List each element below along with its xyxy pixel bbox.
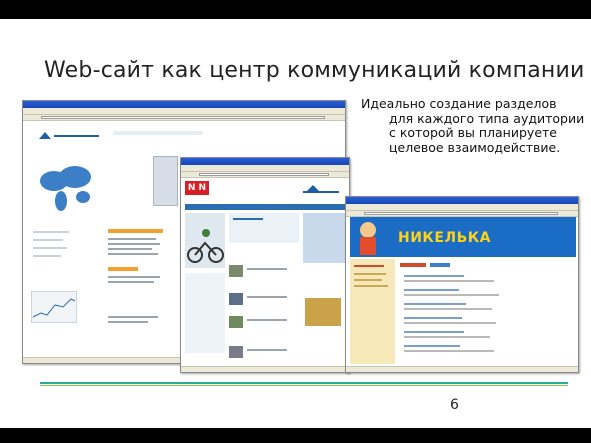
right-column — [303, 213, 345, 263]
bullet-line-4: целевое взаимодействие. — [389, 139, 561, 155]
screenshot-nikelka: НИКЕЛЬКА — [345, 196, 579, 373]
text-line — [108, 276, 160, 278]
sidebar-link — [354, 279, 382, 281]
window-titlebar — [346, 197, 578, 204]
banner-motocross — [185, 213, 225, 268]
browser-toolbar — [181, 165, 349, 172]
slide-title: Web-сайт как центр коммуникаций компании — [44, 58, 585, 83]
page-number: 6 — [450, 397, 459, 413]
list-item — [404, 322, 496, 324]
list-item — [404, 275, 464, 277]
motocross-icon — [187, 229, 224, 263]
content-tab — [400, 263, 426, 267]
browser-toolbar — [346, 204, 578, 211]
bullet-line-3: с которой вы планируете — [389, 125, 557, 140]
list-item — [404, 280, 494, 282]
top-nav — [113, 131, 203, 135]
text-line — [108, 243, 160, 245]
top-black-bar — [0, 0, 591, 19]
list-item — [404, 345, 460, 347]
list-item — [404, 289, 459, 291]
text-line — [247, 349, 287, 351]
list-item — [404, 350, 494, 352]
list-item — [404, 331, 464, 333]
divider-green — [40, 385, 568, 386]
nikelka-logo-text: НИКЕЛЬКА — [398, 230, 492, 246]
info-header — [108, 229, 163, 233]
sidebar-link — [33, 255, 61, 257]
mountain-logo-icon — [303, 185, 339, 193]
window-titlebar — [23, 101, 345, 108]
sidebar-header — [354, 265, 384, 267]
list-item — [404, 294, 499, 296]
sidebar-link — [354, 285, 388, 287]
status-bar — [181, 366, 349, 372]
news-photo — [229, 265, 243, 277]
world-map-icon — [40, 166, 91, 211]
prices-header — [108, 267, 138, 271]
window-titlebar — [181, 158, 349, 165]
bottom-black-bar — [0, 428, 591, 443]
list-item — [404, 317, 462, 319]
norilsk-logo-icon — [39, 132, 99, 139]
text-line — [108, 248, 152, 250]
list-item — [404, 336, 490, 338]
content-tab — [430, 263, 450, 267]
text-line — [108, 281, 154, 283]
news-photo — [229, 293, 243, 305]
left-column — [185, 273, 225, 353]
sidebar-link — [354, 273, 386, 275]
headline — [233, 218, 263, 220]
sidebar-link — [33, 247, 67, 249]
mascot-icon — [360, 222, 376, 255]
status-bar — [346, 366, 578, 372]
stock-chart-icon — [31, 291, 77, 323]
news-photo — [229, 346, 243, 358]
bullet-line-2: для каждого типа аудитории — [389, 110, 585, 126]
text-line — [247, 268, 287, 270]
text-line — [247, 296, 287, 298]
nn-logo: N N — [185, 181, 209, 195]
list-item — [404, 303, 466, 305]
address-bar — [181, 172, 349, 178]
text-line — [108, 316, 158, 318]
bullet-text: Идеально создание разделов для каждого т… — [361, 96, 586, 155]
text-line — [108, 321, 148, 323]
main-menu — [185, 204, 345, 210]
side-panel — [153, 156, 178, 206]
news-photo — [229, 316, 243, 328]
divider-teal — [40, 382, 568, 384]
screenshot-news-portal: N N — [180, 157, 350, 373]
bullet-line-1: Идеально создание разделов — [361, 96, 557, 111]
text-line — [108, 253, 158, 255]
sidebar-link — [33, 231, 69, 233]
sidebar-link — [33, 239, 63, 241]
text-line — [247, 319, 287, 321]
landmark-photo — [305, 298, 341, 326]
list-item — [404, 308, 492, 310]
browser-toolbar — [23, 108, 345, 115]
text-line — [108, 238, 156, 240]
address-bar — [23, 115, 345, 121]
